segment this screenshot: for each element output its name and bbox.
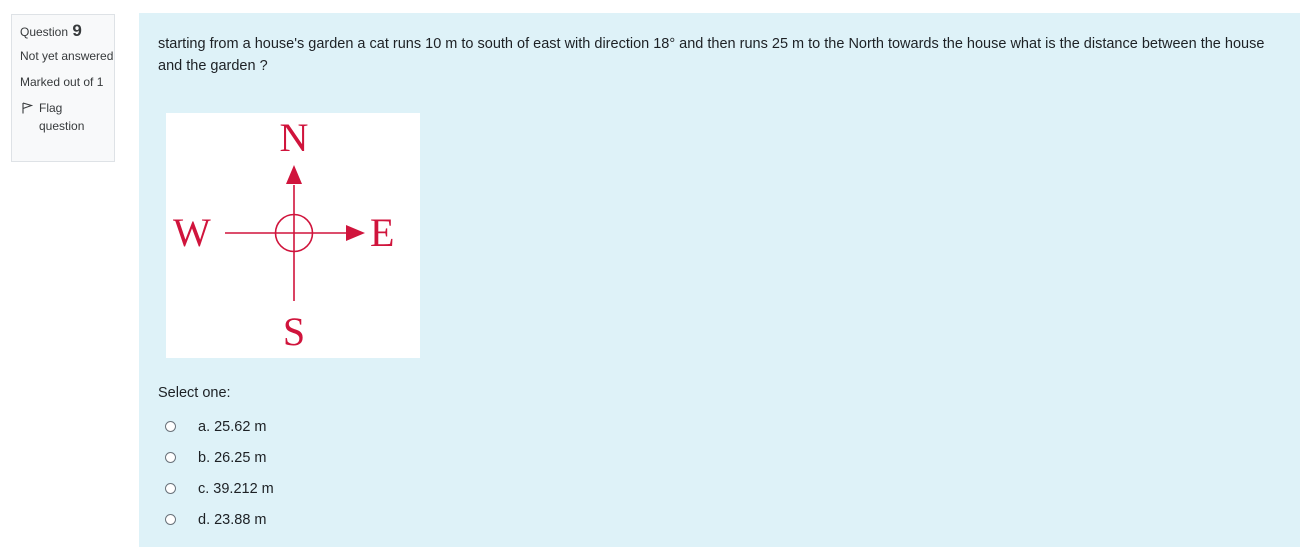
answer-label-d[interactable]: d. 23.88 m: [198, 512, 267, 528]
answer-label-a[interactable]: a. 25.62 m: [198, 419, 267, 435]
answer-radio-a[interactable]: [165, 421, 176, 432]
question-text: starting from a house's garden a cat run…: [158, 36, 1265, 74]
east-arrow-head: [346, 225, 365, 241]
north-label: N: [280, 115, 309, 160]
answer-radio-d[interactable]: [165, 514, 176, 525]
answer-option-b[interactable]: b. 26.25 m: [165, 442, 274, 473]
west-label: W: [173, 210, 211, 255]
answer-label-c[interactable]: c. 39.212 m: [198, 481, 274, 497]
question-state: Not yet answered: [20, 49, 114, 63]
compass-image: N S W E: [166, 113, 420, 358]
question-number-value: 9: [72, 21, 82, 40]
answer-option-a[interactable]: a. 25.62 m: [165, 411, 274, 442]
east-label: E: [370, 210, 394, 255]
answer-radio-b[interactable]: [165, 452, 176, 463]
flag-question-link[interactable]: Flag question: [20, 99, 114, 135]
answer-option-c[interactable]: c. 39.212 m: [165, 473, 274, 504]
question-info-panel: Question 9 Not yet answered Marked out o…: [11, 14, 115, 162]
select-one-prompt: Select one:: [158, 385, 231, 401]
question-number: Question 9: [20, 22, 114, 41]
answer-list: a. 25.62 m b. 26.25 m c. 39.212 m d. 23.…: [165, 411, 274, 535]
question-content: starting from a house's garden a cat run…: [139, 13, 1300, 547]
question-grade: Marked out of 1: [20, 75, 104, 89]
answer-option-d[interactable]: d. 23.88 m: [165, 504, 274, 535]
north-arrow-head: [286, 165, 302, 184]
answer-label-b[interactable]: b. 26.25 m: [198, 450, 267, 466]
question-label: Question: [20, 25, 69, 39]
flag-icon: [21, 101, 34, 114]
answer-radio-c[interactable]: [165, 483, 176, 494]
compass-diagram: N S W E: [173, 115, 394, 354]
flag-question-label: Flag question: [39, 101, 85, 133]
south-label: S: [283, 309, 305, 354]
